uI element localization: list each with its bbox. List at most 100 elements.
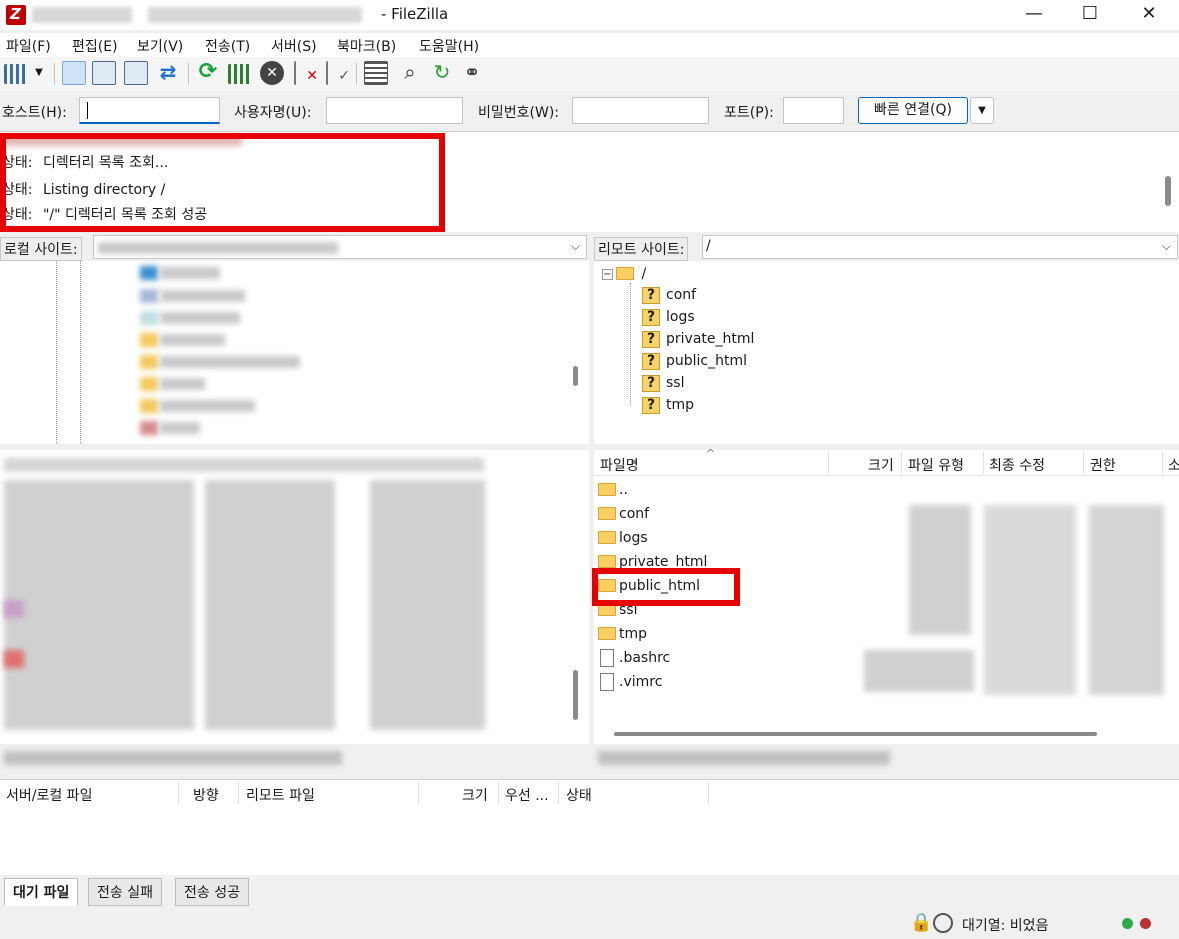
speed-limit-icon[interactable] <box>933 913 953 933</box>
transfer-queue[interactable]: 서버/로컬 파일 방향 리모트 파일 크기 우선 ... 상태 <box>0 779 1179 875</box>
directory-listing-filter-icon[interactable] <box>364 61 388 85</box>
file-row[interactable]: .bashrc <box>598 646 670 670</box>
process-queue-icon[interactable] <box>228 64 252 84</box>
tab-queued-files[interactable]: 대기 파일 <box>4 878 79 906</box>
reconnect-icon[interactable]: ✓ <box>326 61 350 85</box>
tree-item[interactable]: ? logs <box>642 306 695 328</box>
remote-path-combo[interactable]: / ⌵ <box>702 235 1178 259</box>
menu-file[interactable]: 파일(F) <box>6 36 51 56</box>
column-separator[interactable] <box>828 452 829 474</box>
column-separator[interactable] <box>708 782 709 804</box>
password-input[interactable] <box>572 97 709 124</box>
column-separator[interactable] <box>178 782 179 804</box>
refresh-icon[interactable]: ⟳ <box>196 61 220 85</box>
maximize-button[interactable]: ☐ <box>1062 0 1118 30</box>
local-tree-scrollbar[interactable] <box>573 366 578 386</box>
tab-successful-transfers[interactable]: 전송 성공 <box>175 878 249 906</box>
redacted-status <box>4 751 342 765</box>
queue-column-local[interactable]: 서버/로컬 파일 <box>6 785 92 805</box>
menu-edit[interactable]: 편집(E) <box>72 36 118 56</box>
toggle-local-tree-icon[interactable] <box>92 61 116 85</box>
queue-column-direction[interactable]: 방향 <box>193 785 219 805</box>
tree-item[interactable]: ? tmp <box>642 394 694 416</box>
host-input[interactable] <box>79 97 220 124</box>
column-modified[interactable]: 최종 수정 <box>989 455 1045 475</box>
tree-item-label: logs <box>666 309 695 325</box>
redacted-text <box>160 334 225 346</box>
column-permissions[interactable]: 권한 <box>1090 455 1116 475</box>
file-row[interactable]: conf <box>598 502 649 526</box>
queue-column-size[interactable]: 크기 <box>462 785 488 805</box>
sync-browse-icon[interactable]: ↻ <box>430 61 454 85</box>
queue-column-remote[interactable]: 리모트 파일 <box>246 785 315 805</box>
tree-root-row[interactable]: − / <box>602 263 646 285</box>
search-icon[interactable]: ⚭ <box>460 61 484 85</box>
unknown-folder-icon: ? <box>642 308 660 326</box>
redacted-column <box>370 480 485 730</box>
compare-icon[interactable]: ⌕ <box>398 61 422 85</box>
redacted-icon <box>4 650 24 668</box>
menu-help[interactable]: 도움말(H) <box>419 36 479 56</box>
local-list-scrollbar[interactable] <box>573 670 578 720</box>
queue-column-status[interactable]: 상태 <box>566 785 592 805</box>
collapse-icon[interactable]: − <box>602 268 613 280</box>
remote-list-hscrollbar[interactable] <box>614 732 1097 736</box>
toggle-remote-tree-icon[interactable] <box>124 61 148 85</box>
column-separator[interactable] <box>1083 452 1084 474</box>
column-filetype[interactable]: 파일 유형 <box>908 455 964 475</box>
folder-icon <box>598 482 616 496</box>
column-separator[interactable] <box>418 782 419 804</box>
column-separator[interactable] <box>901 452 902 474</box>
menu-view[interactable]: 보기(V) <box>137 36 183 56</box>
toggle-log-icon[interactable] <box>62 61 86 85</box>
folder-icon <box>598 554 616 568</box>
file-row[interactable]: logs <box>598 526 648 550</box>
redacted-title-2 <box>148 7 362 23</box>
column-owner[interactable]: 소 <box>1168 455 1179 475</box>
port-input[interactable] <box>783 97 844 124</box>
unknown-folder-icon: ? <box>642 396 660 414</box>
remote-tree[interactable]: − / ? conf ? logs ? private_html ? public_ht… <box>594 261 1179 444</box>
column-separator[interactable] <box>498 782 499 804</box>
redacted-filetype <box>909 505 971 635</box>
column-separator[interactable] <box>238 782 239 804</box>
column-separator[interactable] <box>983 452 984 474</box>
file-row[interactable]: .. <box>598 478 628 502</box>
column-separator[interactable] <box>1162 452 1163 474</box>
quickconnect-button[interactable]: 빠른 연결(Q) <box>858 97 968 124</box>
local-tree[interactable] <box>0 261 589 444</box>
quickconnect-history-dropdown[interactable]: ▼ <box>970 97 994 124</box>
redacted-icon <box>140 266 158 280</box>
menu-transfer[interactable]: 전송(T) <box>205 36 250 56</box>
sort-ascending-icon: ^ <box>706 447 716 460</box>
dropdown-arrow-icon[interactable]: ▼ <box>32 61 46 85</box>
log-scrollbar[interactable] <box>1165 176 1171 206</box>
remote-status <box>594 744 1179 772</box>
disconnect-icon[interactable]: ✕ <box>294 61 318 85</box>
redacted-icon <box>140 377 158 391</box>
local-path-combo[interactable]: ⌵ <box>93 235 587 259</box>
local-file-list[interactable] <box>0 450 589 744</box>
redacted-column <box>4 480 194 730</box>
column-size[interactable]: 크기 <box>868 455 894 475</box>
tree-line <box>630 283 631 405</box>
file-row[interactable]: tmp <box>598 622 647 646</box>
cancel-icon[interactable]: ✕ <box>260 61 284 85</box>
tree-item[interactable]: ? ssl <box>642 372 684 394</box>
minimize-button[interactable]: — <box>1006 0 1062 30</box>
file-row[interactable]: .vimrc <box>598 670 662 694</box>
redacted-icon <box>140 355 158 369</box>
site-manager-icon[interactable] <box>4 64 28 84</box>
username-input[interactable] <box>326 97 463 124</box>
menu-bookmarks[interactable]: 북마크(B) <box>337 36 396 56</box>
column-separator[interactable] <box>558 782 559 804</box>
queue-column-priority[interactable]: 우선 ... <box>505 785 549 805</box>
tree-item[interactable]: ? conf <box>642 284 696 306</box>
column-filename[interactable]: 파일명 <box>600 455 639 475</box>
tree-item[interactable]: ? private_html <box>642 328 754 350</box>
tree-item[interactable]: ? public_html <box>642 350 747 372</box>
toggle-queue-icon[interactable]: ⇄ <box>156 61 180 85</box>
menu-server[interactable]: 서버(S) <box>271 36 317 56</box>
tab-failed-transfers[interactable]: 전송 실패 <box>88 878 162 906</box>
close-button[interactable]: ✕ <box>1121 0 1177 30</box>
